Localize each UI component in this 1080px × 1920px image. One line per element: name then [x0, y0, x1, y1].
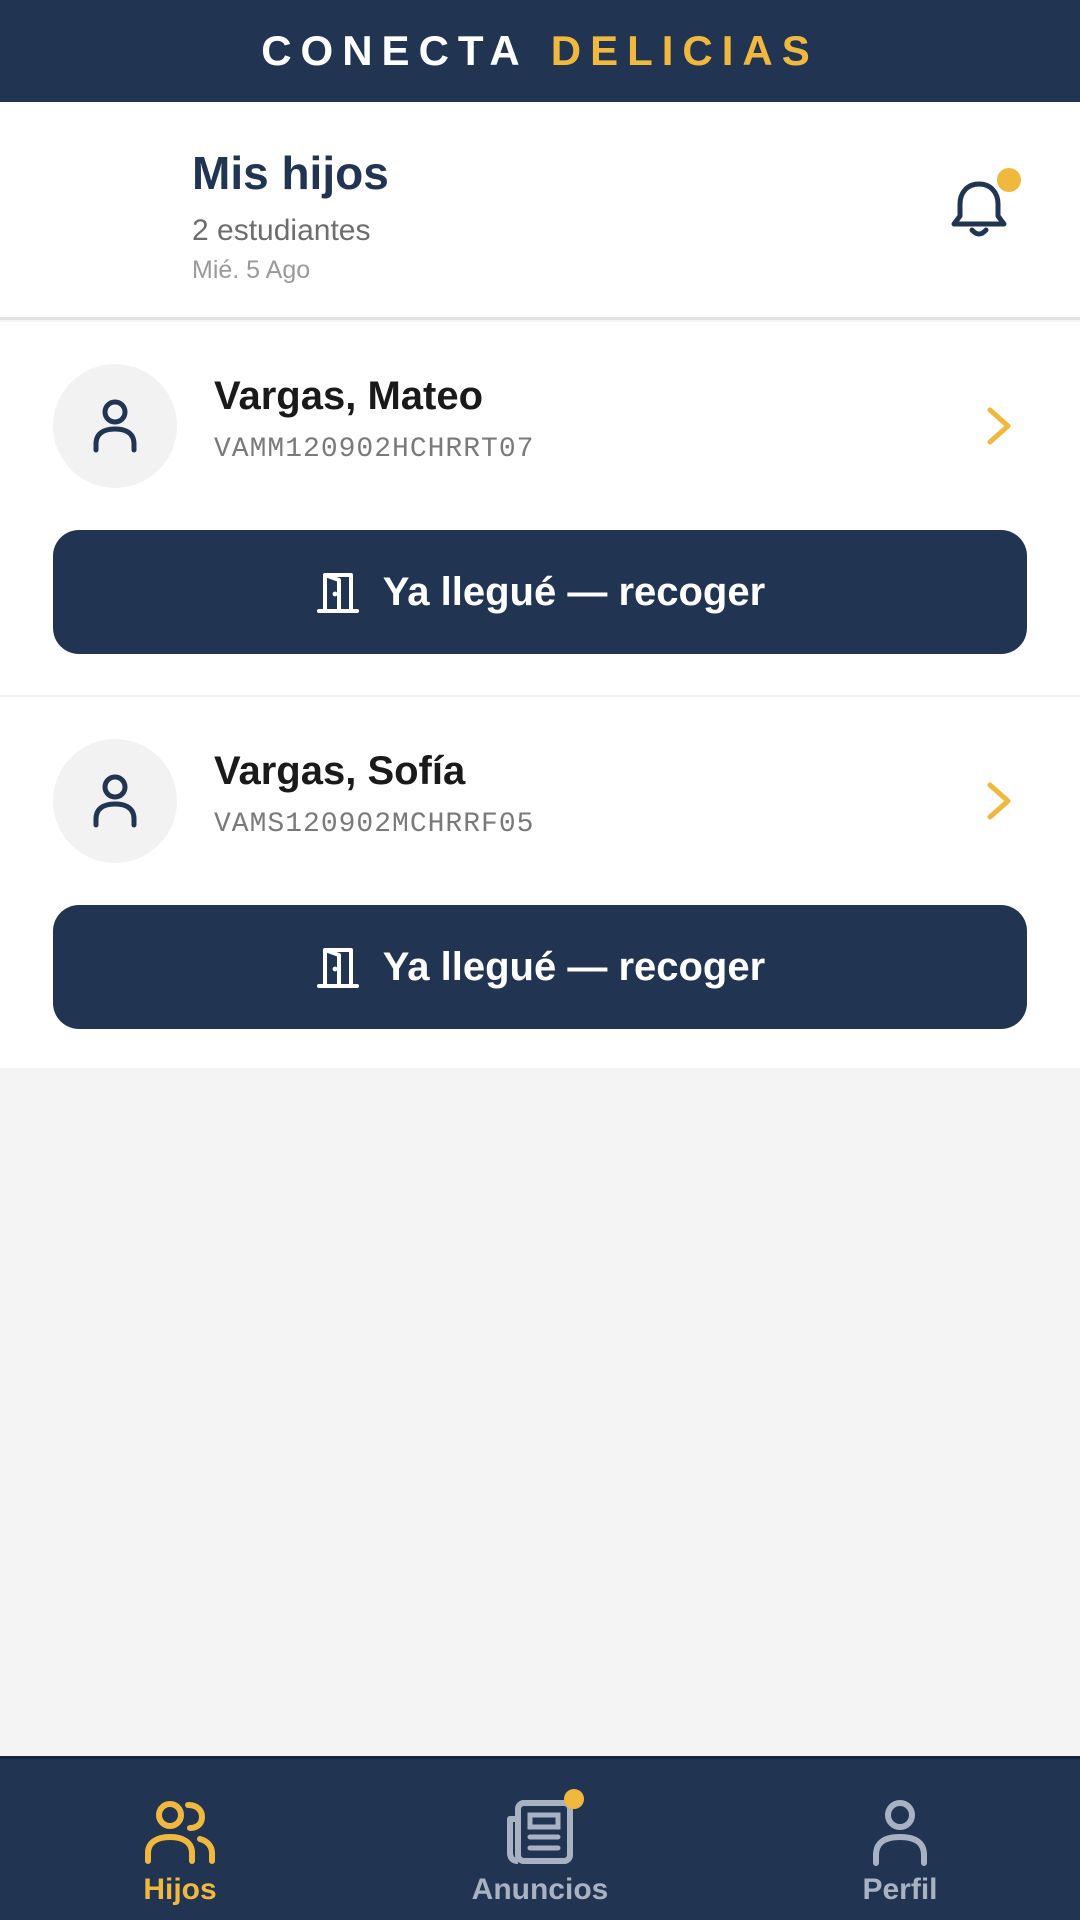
app-root: CONECTA DELICIAS Mis hijos 2 estudiantes… — [0, 0, 1080, 1920]
student-avatar — [53, 364, 177, 488]
student-card[interactable]: Vargas, Sofía VAMS120902MCHRRF05 Ya lleg… — [0, 695, 1080, 1068]
current-date: Mié. 5 Ago — [192, 256, 311, 284]
tab-label: Anuncios — [471, 1873, 609, 1906]
brand-word-conecta: CONECTA — [261, 27, 529, 74]
student-id: VAMM120902HCHRRT07 — [214, 434, 535, 465]
newspaper-icon — [507, 1800, 573, 1864]
door-icon — [316, 948, 359, 988]
door-icon — [316, 573, 359, 613]
student-count: 2 estudiantes — [192, 214, 371, 247]
newspaper-icon-wrap — [502, 1789, 584, 1867]
pickup-button[interactable]: Ya llegué — recoger — [53, 530, 1027, 654]
notification-dot — [997, 168, 1021, 192]
student-id: VAMS120902MCHRRF05 — [214, 809, 535, 840]
student-name: Vargas, Mateo — [214, 374, 484, 418]
student-avatar — [53, 739, 177, 863]
users-icon — [145, 1801, 215, 1864]
user-icon — [93, 774, 137, 828]
student-name: Vargas, Sofía — [214, 749, 466, 793]
chevron-right-icon[interactable] — [982, 779, 1016, 823]
user-icon — [873, 1800, 927, 1866]
chevron-right-icon[interactable] — [982, 404, 1016, 448]
pickup-button-label: Ya llegué — recoger — [382, 569, 766, 614]
tab-anuncios[interactable]: Anuncios — [390, 1759, 690, 1920]
brand-word-delicias: DELICIAS — [550, 27, 819, 74]
user-icon — [93, 399, 137, 453]
notification-dot — [564, 1789, 584, 1809]
bottom-tab-bar: Hijos Anuncios Perfil — [0, 1756, 1080, 1920]
page-header: Mis hijos 2 estudiantes Mié. 5 Ago — [0, 102, 1080, 320]
tab-label: Perfil — [862, 1873, 938, 1906]
page-title: Mis hijos — [192, 147, 389, 199]
brand-bar: CONECTA DELICIAS — [0, 0, 1080, 102]
pickup-button-label: Ya llegué — recoger — [382, 944, 766, 989]
tab-hijos[interactable]: Hijos — [30, 1759, 330, 1920]
tab-label: Hijos — [143, 1873, 217, 1906]
student-card[interactable]: Vargas, Mateo VAMM120902HCHRRT07 Ya lleg… — [0, 322, 1080, 695]
tab-perfil[interactable]: Perfil — [750, 1759, 1050, 1920]
pickup-button[interactable]: Ya llegué — recoger — [53, 905, 1027, 1029]
